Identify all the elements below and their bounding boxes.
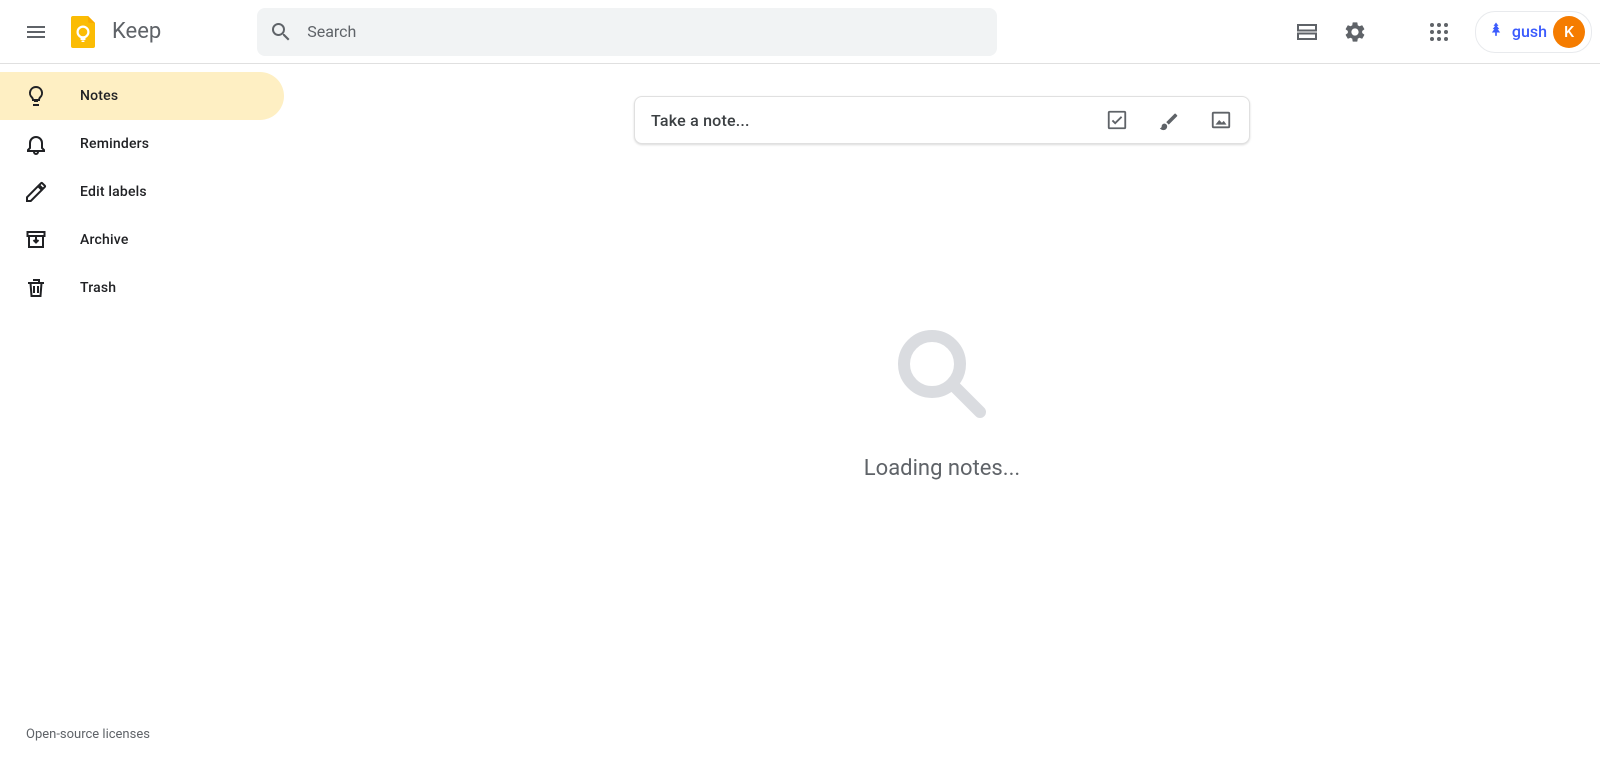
header: Keep gush K [0,0,1600,64]
checkbox-icon [1106,109,1128,131]
archive-icon [24,228,48,252]
main-content: Loading notes... [284,64,1600,758]
gear-icon [1343,20,1367,44]
gush-account-pill[interactable]: gush K [1475,11,1592,53]
open-source-licenses-link[interactable]: Open-source licenses [26,727,150,742]
loading-text: Loading notes... [864,456,1020,481]
apps-grid-icon [1427,20,1451,44]
main-menu-button[interactable] [12,8,60,56]
sidebar-item-edit-labels[interactable]: Edit labels [0,168,284,216]
new-drawing-button[interactable] [1157,108,1181,132]
sidebar-item-trash[interactable]: Trash [0,264,284,312]
keep-logo-icon [64,12,104,52]
gush-label: gush [1512,22,1547,41]
magnifier-icon [892,324,992,428]
new-image-button[interactable] [1209,108,1233,132]
brush-icon [1158,109,1180,131]
settings-button[interactable] [1335,12,1375,52]
loading-state: Loading notes... [864,324,1020,481]
brand-text: Keep [112,19,161,44]
pencil-icon [24,180,48,204]
sidebar-item-notes[interactable]: Notes [0,72,284,120]
header-actions: gush K [1287,11,1592,53]
take-note-bar[interactable] [634,96,1250,144]
list-view-button[interactable] [1287,12,1327,52]
new-list-button[interactable] [1105,108,1129,132]
google-apps-button[interactable] [1419,12,1459,52]
list-view-icon [1295,20,1319,44]
bell-icon [24,132,48,156]
take-note-input[interactable] [651,111,1105,130]
search-icon [269,20,293,44]
trash-icon [24,276,48,300]
sidebar-item-reminders[interactable]: Reminders [0,120,284,168]
sidebar-item-label: Reminders [80,136,149,152]
avatar[interactable]: K [1553,16,1585,48]
search-input[interactable] [307,22,985,41]
gush-logo-icon [1486,20,1506,44]
sidebar-item-label: Trash [80,280,116,296]
image-icon [1210,109,1232,131]
brand[interactable]: Keep [64,12,161,52]
sidebar: Notes Reminders Edit labels Archive Tras… [0,64,284,758]
sidebar-item-label: Archive [80,232,129,248]
hamburger-icon [24,20,48,44]
sidebar-item-label: Notes [80,88,118,104]
lightbulb-icon [24,84,48,108]
sidebar-item-archive[interactable]: Archive [0,216,284,264]
search-bar[interactable] [257,8,997,56]
sidebar-item-label: Edit labels [80,184,147,200]
